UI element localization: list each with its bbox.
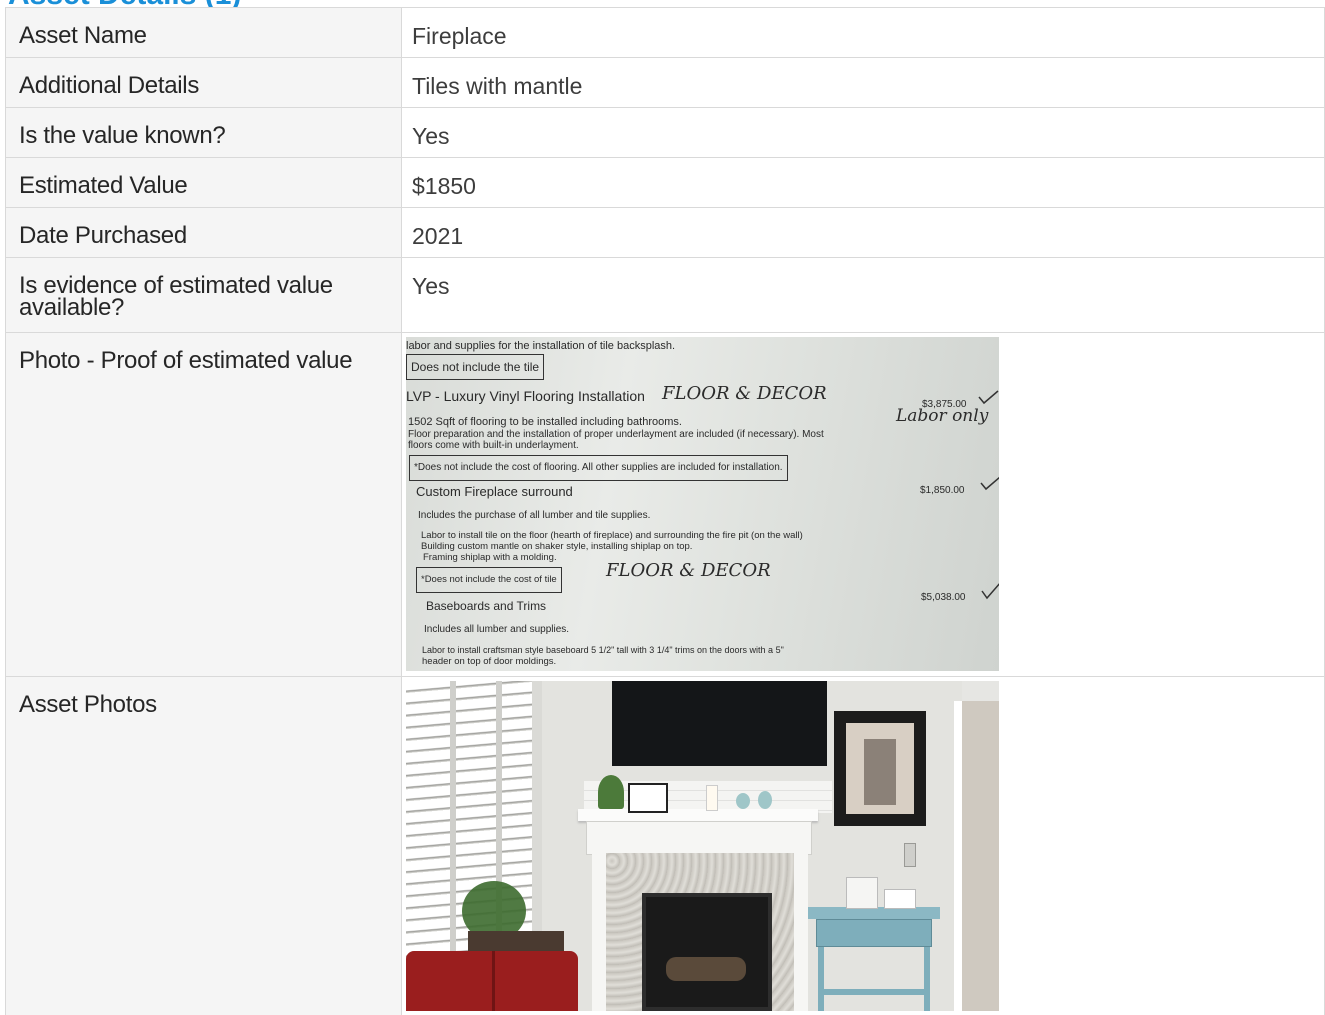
asset-photo[interactable] bbox=[406, 681, 999, 1011]
row-label: Asset Photos bbox=[19, 691, 157, 718]
row-value: Fireplace bbox=[412, 23, 507, 49]
table-row: Estimated Value $1850 bbox=[5, 157, 1325, 208]
table-row: Additional Details Tiles with mantle bbox=[5, 57, 1325, 108]
table-decor bbox=[846, 877, 878, 909]
fireplace-insert bbox=[642, 893, 772, 1011]
row-value: $1850 bbox=[412, 173, 476, 199]
mantle-shelf bbox=[578, 809, 818, 821]
mantle-frame bbox=[628, 783, 668, 813]
row-label-cell: Asset Name bbox=[5, 7, 402, 58]
row-label: Additional Details bbox=[19, 72, 200, 99]
checkmark-icon bbox=[978, 390, 999, 600]
row-value-cell: Yes bbox=[401, 257, 1325, 333]
console-table-drawers bbox=[816, 919, 932, 947]
row-value-cell bbox=[401, 676, 1325, 1015]
fireplace-logs bbox=[666, 957, 746, 981]
table-row: Asset Photos bbox=[5, 676, 1325, 1015]
shutter-frame bbox=[450, 681, 456, 971]
asset-details-page: Asset Details (1) Asset Name Fireplace A… bbox=[0, 0, 1325, 1015]
row-value-cell: $1850 bbox=[401, 157, 1325, 208]
console-table-leg bbox=[924, 947, 930, 1011]
row-label: Is the value known? bbox=[19, 122, 226, 149]
row-label-cell: Photo - Proof of estimated value bbox=[5, 332, 402, 677]
row-label: Asset Name bbox=[19, 22, 147, 49]
row-label: Photo - Proof of estimated value bbox=[19, 347, 353, 374]
tray bbox=[468, 931, 564, 951]
row-value-cell: Yes bbox=[401, 107, 1325, 158]
mantle-plant bbox=[598, 775, 624, 809]
table-decor bbox=[884, 889, 916, 909]
row-value: Yes bbox=[412, 273, 450, 299]
mantle-vase bbox=[736, 793, 750, 809]
row-value-cell: labor and supplies for the installation … bbox=[401, 332, 1325, 677]
door-trim bbox=[954, 701, 962, 1011]
mantle-candle bbox=[706, 785, 718, 811]
table-row: Asset Name Fireplace bbox=[5, 7, 1325, 58]
row-label: Date Purchased bbox=[19, 222, 187, 249]
row-value-cell: 2021 bbox=[401, 207, 1325, 258]
row-label-cell: Estimated Value bbox=[5, 157, 402, 208]
row-label-cell: Additional Details bbox=[5, 57, 402, 108]
mantle-leg bbox=[794, 853, 808, 1011]
mantle-panel bbox=[586, 821, 812, 855]
picture-building bbox=[864, 739, 896, 805]
mantle-vase bbox=[758, 791, 772, 809]
console-table-leg bbox=[818, 947, 824, 1011]
table-row: Date Purchased 2021 bbox=[5, 207, 1325, 258]
row-label-cell: Date Purchased bbox=[5, 207, 402, 258]
row-label-cell: Is evidence of estimated value available… bbox=[5, 257, 402, 333]
table-row: Is evidence of estimated value available… bbox=[5, 257, 1325, 333]
table-row: Is the value known? Yes bbox=[5, 107, 1325, 158]
row-label: Is evidence of estimated value available… bbox=[19, 272, 333, 321]
console-table-shelf bbox=[818, 989, 930, 995]
television bbox=[612, 681, 827, 766]
proof-photo-container: labor and supplies for the installation … bbox=[402, 333, 1324, 671]
row-value: 2021 bbox=[412, 223, 464, 249]
asset-details-table: Asset Name Fireplace Additional Details … bbox=[5, 7, 1325, 1015]
row-label: Estimated Value bbox=[19, 172, 188, 199]
mantle-leg bbox=[592, 853, 606, 1011]
light-switch bbox=[904, 843, 916, 867]
proof-of-value-photo[interactable]: labor and supplies for the installation … bbox=[406, 337, 999, 671]
doorway bbox=[962, 701, 999, 1011]
ottoman-divider bbox=[492, 951, 495, 1011]
table-row: Photo - Proof of estimated value labor a… bbox=[5, 332, 1325, 677]
asset-photo-container bbox=[402, 677, 1324, 1011]
row-label-cell: Asset Photos bbox=[5, 676, 402, 1015]
row-value: Tiles with mantle bbox=[412, 73, 583, 99]
row-label-cell: Is the value known? bbox=[5, 107, 402, 158]
row-value: Yes bbox=[412, 123, 450, 149]
row-value-cell: Tiles with mantle bbox=[401, 57, 1325, 108]
row-value-cell: Fireplace bbox=[401, 7, 1325, 58]
